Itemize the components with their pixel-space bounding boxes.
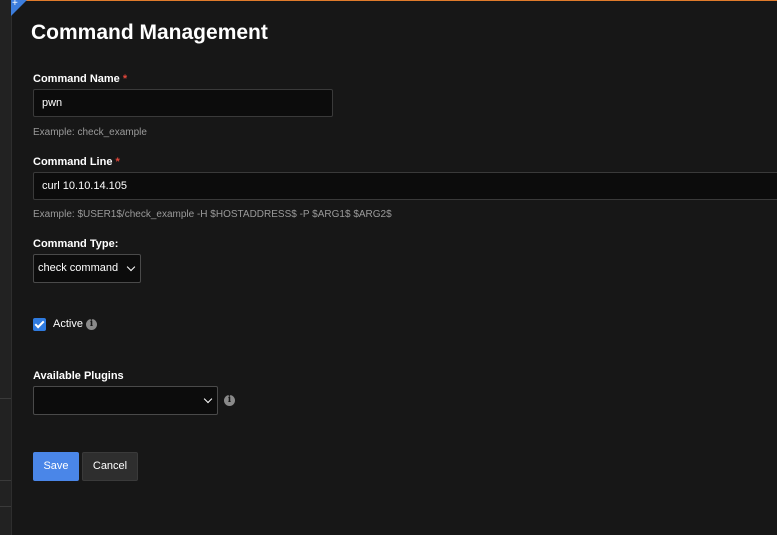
command-type-select[interactable]: check command	[33, 254, 141, 283]
rail-divider	[0, 480, 11, 481]
info-icon[interactable]: i	[224, 395, 235, 406]
top-accent-bar	[11, 0, 777, 1]
rail-divider	[0, 398, 11, 399]
chevron-down-icon	[126, 262, 136, 272]
required-mark: *	[122, 73, 128, 85]
command-line-input[interactable]: curl 10.10.14.105	[33, 172, 777, 200]
command-line-help: Example: $USER1$/check_example -H $HOSTA…	[33, 209, 392, 220]
command-line-label: Command Line *	[33, 156, 120, 168]
left-sidebar-rail	[0, 0, 12, 535]
cancel-button[interactable]: Cancel	[82, 452, 138, 481]
info-icon[interactable]: i	[86, 319, 97, 330]
plus-icon[interactable]: +	[12, 0, 18, 10]
command-type-label: Command Type:	[33, 238, 119, 250]
command-name-help: Example: check_example	[33, 127, 147, 138]
active-label: Active	[53, 318, 83, 330]
active-checkbox[interactable]	[33, 318, 46, 331]
required-mark: *	[115, 156, 120, 168]
available-plugins-label: Available Plugins	[33, 370, 124, 382]
save-button[interactable]: Save	[33, 452, 79, 481]
available-plugins-select[interactable]	[33, 386, 218, 415]
rail-divider	[0, 506, 11, 507]
chevron-down-icon	[203, 394, 213, 404]
command-name-label: Command Name *	[33, 73, 128, 85]
command-type-selected: check command	[38, 262, 119, 274]
page-title: Command Management	[31, 21, 268, 44]
command-name-input[interactable]: pwn	[33, 89, 333, 117]
